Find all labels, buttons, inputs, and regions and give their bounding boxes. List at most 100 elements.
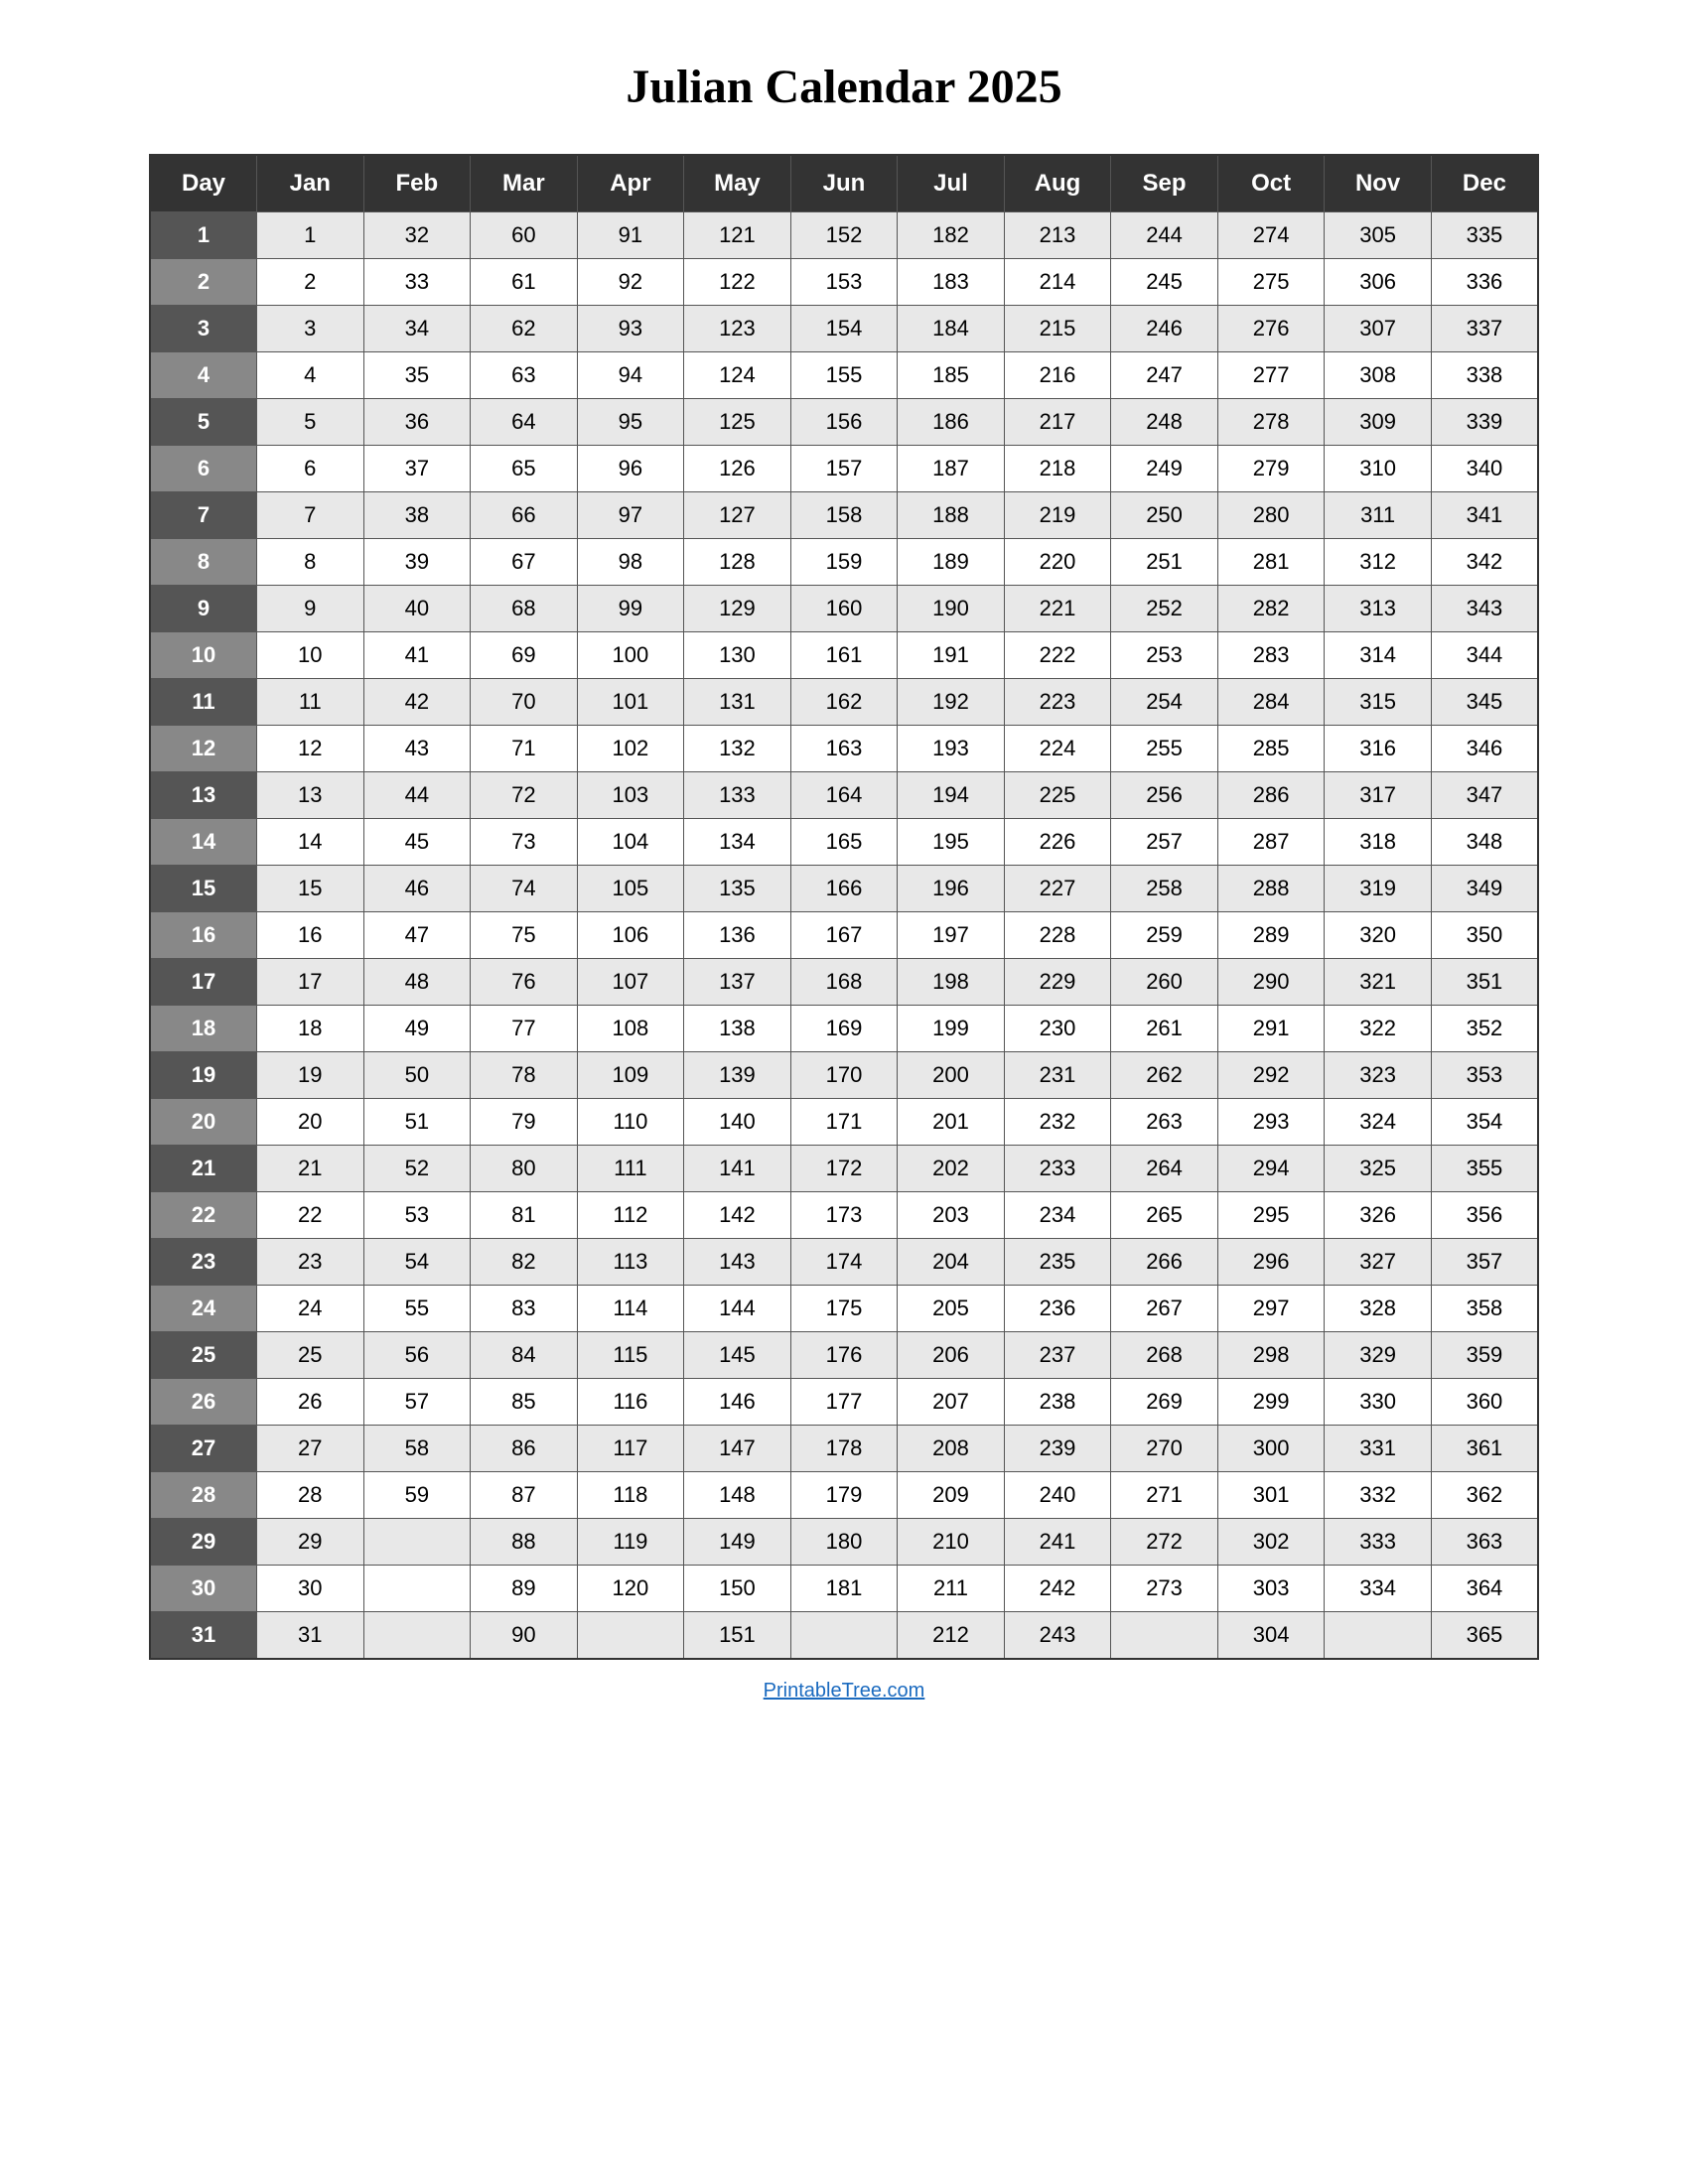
julian-day-cell: 96 <box>577 446 684 492</box>
julian-day-cell: 138 <box>684 1006 791 1052</box>
julian-day-cell: 36 <box>363 399 471 446</box>
julian-day-cell: 359 <box>1431 1332 1538 1379</box>
julian-day-cell: 215 <box>1004 306 1111 352</box>
julian-day-cell: 100 <box>577 632 684 679</box>
table-body: 1132609112115218221324427430533522336192… <box>150 212 1538 1660</box>
julian-day-cell: 326 <box>1325 1192 1432 1239</box>
day-cell: 1 <box>150 212 257 259</box>
julian-day-cell: 300 <box>1217 1426 1325 1472</box>
julian-day-cell: 234 <box>1004 1192 1111 1239</box>
julian-day-cell: 184 <box>898 306 1005 352</box>
table-row: 18184977108138169199230261291322352 <box>150 1006 1538 1052</box>
julian-day-cell: 200 <box>898 1052 1005 1099</box>
julian-day-cell: 347 <box>1431 772 1538 819</box>
julian-day-cell: 117 <box>577 1426 684 1472</box>
julian-day-cell: 291 <box>1217 1006 1325 1052</box>
day-cell: 7 <box>150 492 257 539</box>
julian-day-cell: 40 <box>363 586 471 632</box>
julian-day-cell: 343 <box>1431 586 1538 632</box>
julian-day-cell: 50 <box>363 1052 471 1099</box>
julian-day-cell: 18 <box>257 1006 364 1052</box>
day-cell: 11 <box>150 679 257 726</box>
julian-day-cell: 254 <box>1111 679 1218 726</box>
julian-day-cell: 132 <box>684 726 791 772</box>
column-header-may: May <box>684 155 791 212</box>
julian-day-cell: 142 <box>684 1192 791 1239</box>
julian-day-cell: 34 <box>363 306 471 352</box>
julian-day-cell: 207 <box>898 1379 1005 1426</box>
julian-day-cell: 360 <box>1431 1379 1538 1426</box>
julian-day-cell: 84 <box>471 1332 578 1379</box>
table-row: 17174876107137168198229260290321351 <box>150 959 1538 1006</box>
julian-day-cell: 164 <box>790 772 898 819</box>
julian-day-cell: 214 <box>1004 259 1111 306</box>
day-cell: 25 <box>150 1332 257 1379</box>
julian-day-cell: 320 <box>1325 912 1432 959</box>
julian-day-cell: 78 <box>471 1052 578 1099</box>
julian-day-cell: 133 <box>684 772 791 819</box>
julian-day-cell: 175 <box>790 1286 898 1332</box>
julian-day-cell: 65 <box>471 446 578 492</box>
julian-day-cell <box>363 1612 471 1660</box>
julian-day-cell: 166 <box>790 866 898 912</box>
julian-day-cell: 301 <box>1217 1472 1325 1519</box>
julian-day-cell: 42 <box>363 679 471 726</box>
julian-day-cell: 68 <box>471 586 578 632</box>
julian-day-cell: 58 <box>363 1426 471 1472</box>
julian-day-cell: 33 <box>363 259 471 306</box>
julian-day-cell: 229 <box>1004 959 1111 1006</box>
julian-day-cell: 330 <box>1325 1379 1432 1426</box>
julian-day-cell: 28 <box>257 1472 364 1519</box>
julian-day-cell: 240 <box>1004 1472 1111 1519</box>
julian-day-cell: 92 <box>577 259 684 306</box>
day-cell: 14 <box>150 819 257 866</box>
julian-day-cell: 144 <box>684 1286 791 1332</box>
julian-day-cell: 345 <box>1431 679 1538 726</box>
julian-day-cell: 176 <box>790 1332 898 1379</box>
julian-day-cell: 335 <box>1431 212 1538 259</box>
julian-day-cell: 140 <box>684 1099 791 1146</box>
julian-day-cell: 297 <box>1217 1286 1325 1332</box>
julian-day-cell: 341 <box>1431 492 1538 539</box>
julian-day-cell: 45 <box>363 819 471 866</box>
julian-day-cell: 261 <box>1111 1006 1218 1052</box>
julian-day-cell: 355 <box>1431 1146 1538 1192</box>
julian-day-cell: 329 <box>1325 1332 1432 1379</box>
julian-day-cell: 41 <box>363 632 471 679</box>
julian-day-cell: 143 <box>684 1239 791 1286</box>
julian-day-cell: 277 <box>1217 352 1325 399</box>
julian-day-cell: 356 <box>1431 1192 1538 1239</box>
footer-link[interactable]: PrintableTree.com <box>764 1680 925 1703</box>
julian-day-cell: 87 <box>471 1472 578 1519</box>
julian-day-cell: 8 <box>257 539 364 586</box>
julian-day-cell: 312 <box>1325 539 1432 586</box>
julian-day-cell: 349 <box>1431 866 1538 912</box>
table-row: 55366495125156186217248278309339 <box>150 399 1538 446</box>
day-cell: 20 <box>150 1099 257 1146</box>
julian-day-cell <box>363 1566 471 1612</box>
julian-day-cell: 93 <box>577 306 684 352</box>
table-row: 22336192122153183214245275306336 <box>150 259 1538 306</box>
julian-day-cell: 262 <box>1111 1052 1218 1099</box>
julian-day-cell: 242 <box>1004 1566 1111 1612</box>
julian-day-cell: 162 <box>790 679 898 726</box>
julian-day-cell: 307 <box>1325 306 1432 352</box>
julian-day-cell: 228 <box>1004 912 1111 959</box>
table-row: 26265785116146177207238269299330360 <box>150 1379 1538 1426</box>
julian-day-cell: 79 <box>471 1099 578 1146</box>
julian-day-cell: 327 <box>1325 1239 1432 1286</box>
julian-day-cell: 294 <box>1217 1146 1325 1192</box>
julian-day-cell: 98 <box>577 539 684 586</box>
julian-day-cell: 16 <box>257 912 364 959</box>
julian-day-cell: 139 <box>684 1052 791 1099</box>
julian-day-cell: 38 <box>363 492 471 539</box>
julian-day-cell: 126 <box>684 446 791 492</box>
table-row: 19195078109139170200231262292323353 <box>150 1052 1538 1099</box>
julian-day-cell: 235 <box>1004 1239 1111 1286</box>
julian-day-cell: 362 <box>1431 1472 1538 1519</box>
column-header-jun: Jun <box>790 155 898 212</box>
julian-day-cell: 169 <box>790 1006 898 1052</box>
julian-day-cell: 316 <box>1325 726 1432 772</box>
day-cell: 6 <box>150 446 257 492</box>
julian-day-cell: 256 <box>1111 772 1218 819</box>
